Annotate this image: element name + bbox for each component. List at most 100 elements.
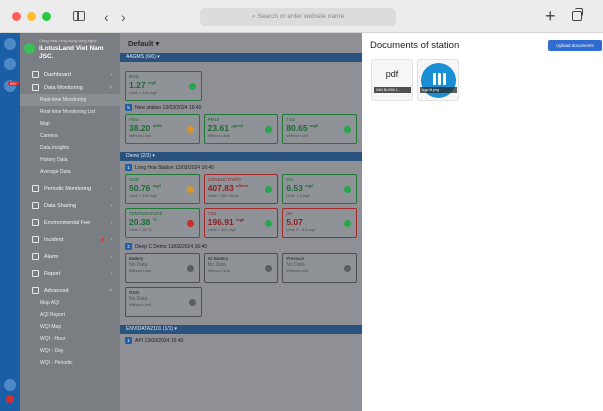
nav-label: Advanced [44,287,69,294]
station-header[interactable]: 1 API 13/03/2024 16:40 [120,334,362,347]
nav-sub-aqi-report[interactable]: AQI Report [20,309,120,321]
nav-periodic-monitoring[interactable]: Periodic Monitoring › [20,182,120,195]
measure-card-tss[interactable]: TSS 80.65 mg/l Without Limit [282,114,358,144]
home-icon[interactable] [4,38,16,50]
status-dot [189,299,196,306]
card-value: No Data [129,296,148,302]
nav-sub-map-aqi[interactable]: Map AQI [20,297,120,309]
nav-advanced[interactable]: Advanced ˄ [20,284,120,297]
card-label: TSS [207,211,217,216]
card-value: No Data [207,262,227,268]
status-dot [186,126,194,133]
close-window-button[interactable] [12,11,21,21]
nav-alarm[interactable]: Alarm › [20,250,120,263]
measure-card-bod[interactable]: BOD 1.27 mg/l Limit: < 100 mg/l [125,71,202,101]
nav-sub-realtime[interactable]: Real-time Monitoring [20,94,120,106]
nav-sub-wqi-day[interactable]: WQI - Day [20,345,120,357]
chevron-icon: › [110,202,112,209]
nav-environmental-fee[interactable]: Environmental Fee › [20,216,120,229]
card-label: pH [286,211,293,216]
measure-card-temperature[interactable]: TEMPERATURE 20.38 °C Limit: < 35 °C [125,208,200,238]
card-label: TSS [286,117,296,122]
card-label: Battery [129,256,144,261]
document-image[interactable]: logo ilt.png [417,59,459,101]
nav-sub-wqi-hour[interactable]: WQI - Hour [20,333,120,345]
card-value: 1.27 mg/l [129,80,157,90]
nav-sub-map[interactable]: Map [20,118,120,130]
forward-icon[interactable]: › [121,9,126,25]
nav-sub-wqi-map[interactable]: WQI Map [20,321,120,333]
station-header[interactable]: 2 Deep C Demo 13/03/2024 16:40 [120,240,362,253]
tab-overview-icon[interactable] [572,8,583,21]
main-content: Default ▾ AAGMS (6/6) ▾ BOD 1.27 mg/l Li… [120,33,362,411]
sidebar-toggle-icon[interactable] [73,11,85,21]
card-limit: Limit: < 100 mg/l [129,91,157,95]
status-dot [344,265,352,272]
measure-card-do[interactable]: DO 6.53 mg/l Limit: > 4 mg/l [282,174,358,204]
card-value: No Data [286,262,305,268]
nav-sub-average-data[interactable]: Average Data [20,166,120,178]
station-number: 1 [125,337,132,344]
address-placeholder: Search or enter website name [257,13,345,20]
group-header-envidata[interactable]: ENVIDATA2101 (1/1) ▾ [120,325,362,334]
station-title: Deep C Demo 13/03/2024 16:40 [135,243,207,250]
nav-dashboard[interactable]: Dashboard › [20,68,120,81]
measure-card-pm10[interactable]: PM10 23.61 µg/m3 Without Limit [203,114,279,144]
measure-card-ph[interactable]: pH 5.07 Limit: 6 - 8.5 mg/l [282,208,358,238]
new-tab-button[interactable]: + [545,7,556,25]
user-avatar[interactable] [4,379,16,391]
nav-report[interactable]: Report › [20,267,120,280]
nav-sub-history-data[interactable]: History Data [20,154,120,166]
chevron-icon: ˄ [109,287,112,294]
periodic-icon [32,185,39,192]
card-value: 80.65 mg/l [286,123,319,133]
incident-icon [32,236,39,243]
nav-sub-data-insights[interactable]: Data Insights [20,142,120,154]
measure-card-int-battery[interactable]: Int Battery No Data Without Limit [203,253,279,283]
group-filter[interactable]: Default ▾ [120,33,362,53]
status-dot [344,126,352,133]
notification-badge: 99+ [8,81,19,86]
measure-card-rssi[interactable]: RSSI No Data Without Limit [125,287,202,317]
chevron-icon: › [110,185,112,192]
maximize-window-button[interactable] [42,11,51,21]
card-limit: Without Limit [286,269,309,273]
dashboard-icon [32,71,39,78]
apps-icon[interactable] [4,58,16,70]
measure-card-pressure[interactable]: Pressure No Data Without Limit [282,253,358,283]
nav-data-monitoring[interactable]: Data Monitoring ˄ [20,81,120,94]
measure-card-tss-2[interactable]: TSS 196.91 mg/l Limit: < 100 mg/l [203,208,279,238]
station-title: API 13/03/2024 16:40 [135,337,184,344]
measure-card-flow[interactable]: Flow 38.20 m3/h Without Limit [125,114,200,144]
minimize-window-button[interactable] [27,11,36,21]
document-caption: logo ilt.png [420,87,457,93]
chevron-icon: › [110,71,112,78]
address-bar[interactable]: ⌕ Search or enter website name [200,8,396,26]
nav-sub-wqi-periodic[interactable]: WQI - Periodic [20,357,120,369]
card-limit: Limit: 6 - 8.5 mg/l [286,228,316,232]
card-value: 23.61 µg/m3 [207,123,243,133]
status-dot [189,83,196,90]
app-rail: 99+ [0,33,20,411]
advanced-icon [32,287,39,294]
nav-incident[interactable]: Incident › [20,233,120,246]
upload-documents-button[interactable]: Upload documents [548,40,602,51]
group-header-aagms[interactable]: AAGMS (6/6) ▾ [120,53,362,62]
measure-card-cod[interactable]: COD 50.76 mg/l Limit: < 100 mg/l [125,174,200,204]
language-flag-icon[interactable] [6,395,14,403]
sidebar-nav: Cùng nhau ứng dụng công nghệ iLotusLand … [20,33,120,411]
nav-data-sharing[interactable]: Data Sharing › [20,199,120,212]
measure-card-conductivity[interactable]: CONDUCTIVITY 407.83 uS/cm Limit: < 300 u… [203,174,279,204]
station-header[interactable]: 5 New station 13/03/2024 16:40 [120,101,362,114]
nav-sub-camera[interactable]: Camera [20,130,120,142]
card-label: BOD [129,74,139,79]
nav-sub-realtime-list[interactable]: Real-time Monitoring List [20,106,120,118]
document-pdf[interactable]: pdf VAN BUOM-1... [371,59,413,101]
measure-card-battery[interactable]: Battery No Data Without Limit [125,253,200,283]
card-limit: Limit: < 100 mg/l [129,194,157,198]
card-limit: Limit: < 300 uS/cm [207,194,240,198]
back-icon[interactable]: ‹ [104,9,109,25]
station-header[interactable]: 1 Long Hoa Station 13/03/2024 16:40 [120,161,362,174]
group-header-demo[interactable]: Demo (2/3) ▾ [120,152,362,161]
card-value: 6.53 mg/l [286,183,314,193]
